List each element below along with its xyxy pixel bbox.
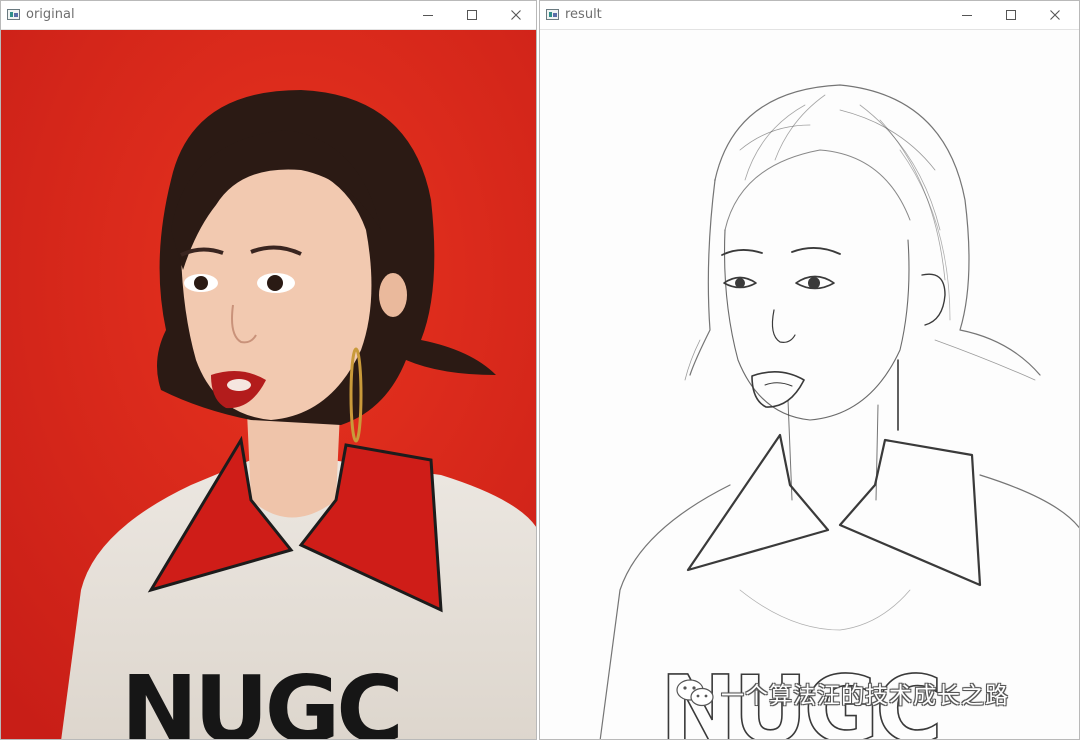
- minimize-icon: [962, 15, 972, 16]
- wechat-icon: [676, 679, 714, 707]
- result-image: NUGC: [540, 30, 1079, 739]
- close-button[interactable]: [1033, 1, 1077, 29]
- maximize-icon: [467, 10, 477, 20]
- minimize-icon: [423, 15, 433, 16]
- opencv-window-icon: [546, 9, 559, 20]
- close-icon: [511, 10, 521, 20]
- title-bar[interactable]: original: [1, 1, 536, 30]
- close-icon: [1050, 10, 1060, 20]
- result-window: result NUGC: [539, 0, 1080, 740]
- close-button[interactable]: [494, 1, 536, 29]
- maximize-button[interactable]: [450, 1, 494, 29]
- original-image: NUGC: [1, 30, 536, 739]
- watermark: 一个算法汪的技术成长之路: [675, 676, 1009, 710]
- svg-text:NUGC: NUGC: [121, 656, 400, 739]
- maximize-icon: [1006, 10, 1016, 20]
- maximize-button[interactable]: [989, 1, 1033, 29]
- original-window: original NUGC: [0, 0, 537, 740]
- window-title: result: [565, 7, 602, 22]
- window-title: original: [26, 7, 75, 22]
- watermark-text: 一个算法汪的技术成长之路: [721, 683, 1009, 709]
- opencv-window-icon: [7, 9, 20, 20]
- title-bar[interactable]: result: [540, 1, 1079, 30]
- minimize-button[interactable]: [945, 1, 989, 29]
- minimize-button[interactable]: [406, 1, 450, 29]
